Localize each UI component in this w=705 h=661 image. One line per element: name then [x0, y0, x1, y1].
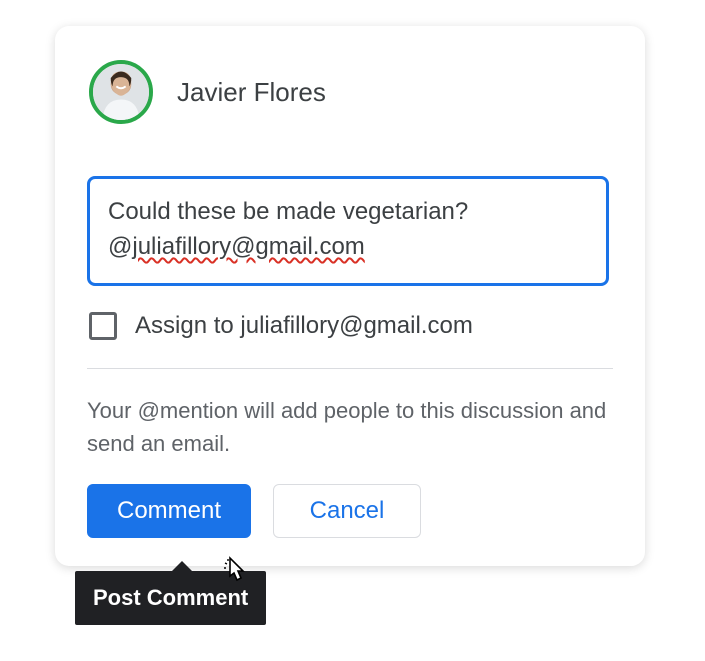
- comment-input[interactable]: Could these be made vegetarian? @juliafi…: [87, 176, 609, 286]
- button-row: Comment Cancel: [87, 484, 613, 538]
- comment-header: Javier Flores: [87, 52, 613, 142]
- tooltip: Post Comment: [75, 571, 266, 625]
- avatar-image: [93, 62, 149, 122]
- user-name: Javier Flores: [177, 77, 326, 108]
- mention-email: juliafillory@gmail.com: [132, 233, 364, 260]
- cancel-button[interactable]: Cancel: [273, 484, 421, 538]
- assign-checkbox[interactable]: [89, 312, 117, 340]
- comment-button[interactable]: Comment: [87, 484, 251, 538]
- comment-text-line1: Could these be made vegetarian?: [108, 198, 468, 225]
- assign-label: Assign to juliafillory@gmail.com: [135, 312, 473, 340]
- assign-row: Assign to juliafillory@gmail.com: [87, 312, 613, 340]
- tooltip-text: Post Comment: [93, 585, 248, 610]
- mention-at: @: [108, 233, 132, 260]
- mention-help-text: Your @mention will add people to this di…: [87, 394, 613, 460]
- comment-card: Javier Flores Could these be made vegeta…: [55, 26, 645, 566]
- divider: [87, 368, 613, 369]
- avatar: [89, 60, 153, 124]
